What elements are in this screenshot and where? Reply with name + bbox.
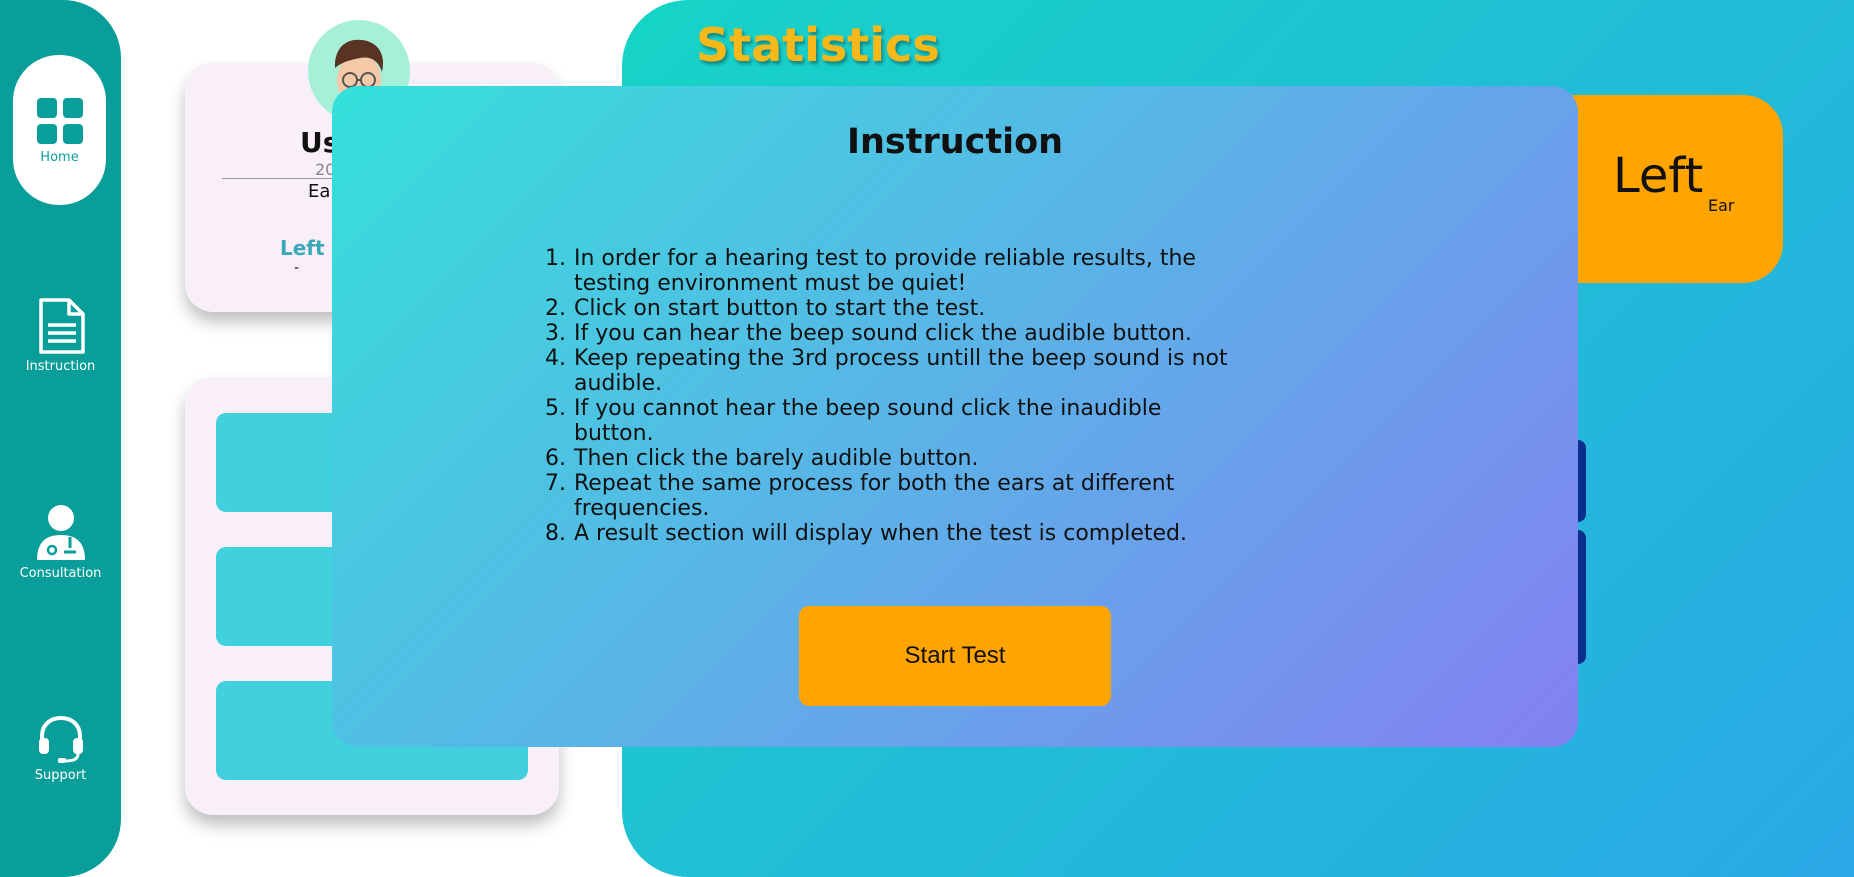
ear-sub-label: Ear [1708, 196, 1735, 215]
list-item: 4. Keep repeating the 3rd process untill … [545, 346, 1228, 396]
list-item: 2. Click on start button to start the tes… [545, 296, 986, 321]
modal-title: Instruction [846, 122, 1064, 162]
sidebar-item-label: Instruction [25, 359, 96, 374]
sidebar-item-support[interactable]: Support [0, 714, 121, 783]
sidebar: Home Instruction Consultation Support [0, 0, 121, 877]
profile-ear: Ea [308, 181, 331, 202]
instruction-modal: Instruction 1. In order for a hearing tes… [332, 86, 1578, 747]
ear-side-label: Left [1613, 148, 1704, 204]
profile-divider [222, 178, 342, 179]
profile-left-label: Left [280, 236, 325, 260]
document-icon [38, 298, 85, 354]
start-test-button[interactable]: Start Test [799, 606, 1111, 706]
statistics-title: Statistics [696, 18, 940, 72]
sidebar-item-instruction[interactable]: Instruction [0, 297, 121, 374]
sidebar-item-consultation[interactable]: Consultation [0, 504, 121, 581]
grid-icon [36, 97, 83, 144]
list-item: 1. In order for a hearing test to provide… [545, 246, 1196, 296]
list-item: 8. A result section will display when the… [545, 521, 1187, 546]
list-item: 7. Repeat the same process for both the e… [545, 471, 1175, 521]
sidebar-item-label: Home [40, 149, 79, 165]
list-item: 5. If you cannot hear the beep sound clic… [545, 396, 1162, 446]
sidebar-item-label: Consultation [19, 566, 102, 581]
list-item: 3. If you can hear the beep sound click t… [545, 321, 1192, 346]
sidebar-item-label: Support [34, 768, 87, 783]
sidebar-item-home[interactable]: Home [13, 55, 106, 205]
instruction-list: 1. In order for a hearing test to provide… [542, 246, 1242, 546]
doctor-icon [36, 505, 85, 560]
list-item: 6. Then click the barely audible button. [545, 446, 979, 471]
headset-icon [38, 715, 83, 763]
profile-left-value: - [294, 260, 300, 276]
